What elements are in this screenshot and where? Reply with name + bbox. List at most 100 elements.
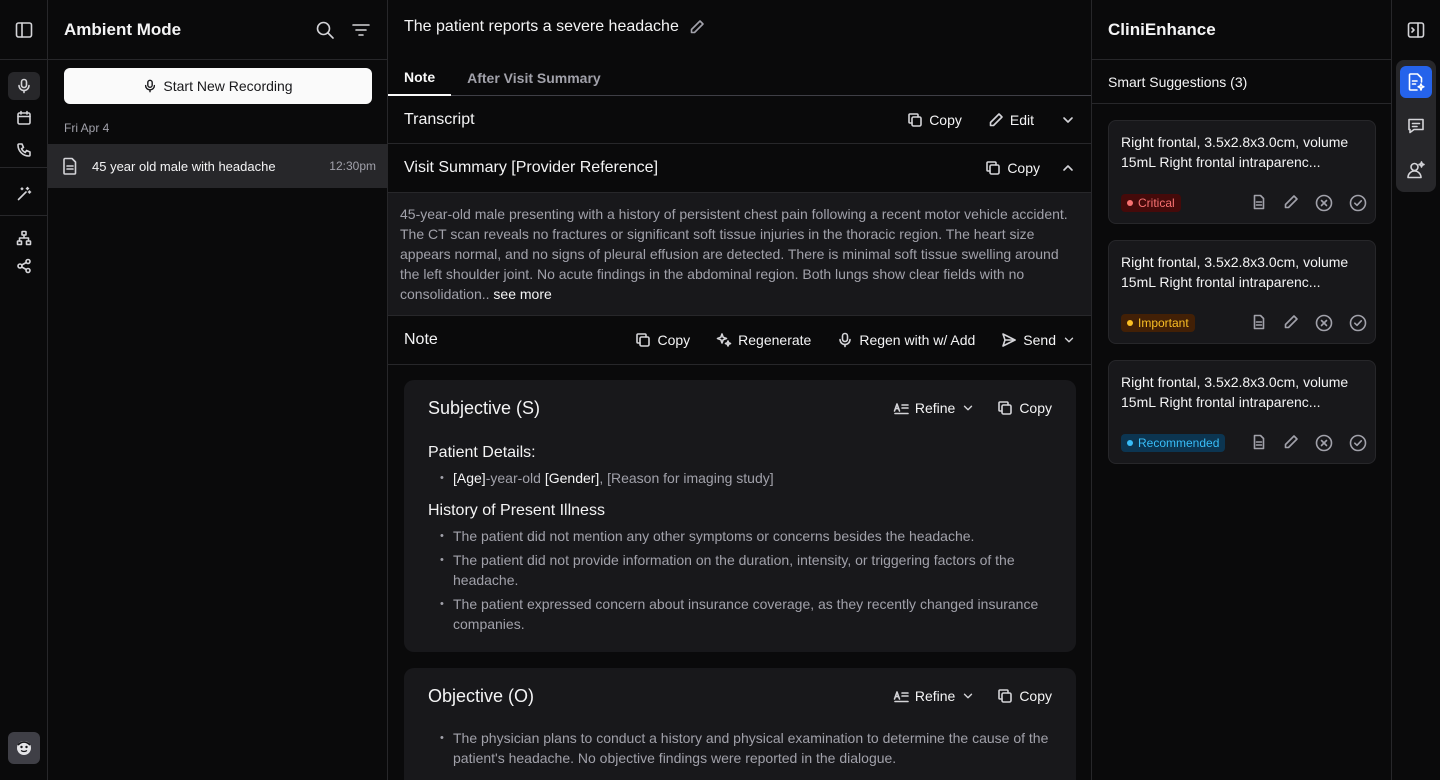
send-icon [1002,333,1017,347]
calendar-icon [17,110,31,125]
suggestion-card[interactable]: Right frontal, 3.5x2.8x3.0cm, volume 15m… [1108,360,1376,464]
regen-add-button[interactable]: Regen with w/ Add [837,332,975,348]
visit-summary-row: Visit Summary [Provider Reference] Copy [388,144,1091,193]
pd-gender: [Gender] [544,470,600,486]
badge-label: Important [1138,316,1189,330]
subjective-refine-button[interactable]: Refine [893,400,975,416]
note-copy-label: Copy [657,332,691,348]
circle-x-icon[interactable] [1315,194,1333,212]
see-more-link[interactable]: see more [493,286,551,302]
circle-x-icon[interactable] [1315,314,1333,332]
objective-list: The physician plans to conduct a history… [428,728,1052,768]
circle-check-icon[interactable] [1349,314,1367,332]
smart-suggestions-tool-button[interactable] [1400,66,1432,98]
doc-sparkle-icon [1408,73,1425,91]
chevron-down-icon [1063,116,1073,123]
chat-tool-button[interactable] [1400,110,1432,142]
rail-calendar-button[interactable] [8,104,40,132]
transcript-copy-button[interactable]: Copy [907,112,962,128]
visit-summary-copy-button[interactable]: Copy [985,160,1040,176]
list-item: The patient did not mention any other sy… [440,526,1052,546]
filter-icon[interactable] [351,20,371,40]
document-icon[interactable] [1251,194,1267,210]
pencil-icon[interactable] [1283,434,1299,450]
circle-check-icon[interactable] [1349,434,1367,452]
start-recording-button[interactable]: Start New Recording [64,68,372,104]
transcript-edit-label: Edit [1009,111,1034,128]
patient-details-heading: Patient Details: [428,444,536,461]
note-toolbar: Note Copy Regenerate Regen with w/ Add S… [388,316,1091,365]
document-icon[interactable] [1251,434,1267,450]
magic-wand-icon [17,186,32,201]
copy-icon [908,112,922,127]
objective-refine-button[interactable]: Refine [893,688,975,704]
suggestion-text: Right frontal, 3.5x2.8x3.0cm, volume 15m… [1121,254,1349,290]
status-badge: Critical [1121,194,1181,212]
sidebar-toggle-button[interactable] [0,0,48,60]
copy-icon [986,161,1001,175]
badge-label: Critical [1138,196,1175,210]
subjective-copy-label: Copy [1019,400,1052,416]
tab-note[interactable]: Note [388,60,452,96]
objective-card: Objective (O) Refine Copy The physician … [404,668,1076,780]
pencil-icon[interactable] [689,19,705,35]
pencil-icon[interactable] [1283,194,1299,210]
circle-x-icon[interactable] [1315,434,1333,452]
user-avatar[interactable] [8,732,40,764]
regenerate-button[interactable]: Regenerate [716,332,811,348]
copy-icon [998,689,1013,703]
session-time: 12:30pm [329,159,376,173]
rail-divider [0,215,48,216]
hpi-list: The patient did not mention any other sy… [428,526,1052,634]
objective-title: Objective (O) [428,685,535,706]
note-copy-button[interactable]: Copy [635,332,690,348]
pd-reason: , [Reason for imaging study] [599,470,774,486]
user-assist-tool-button[interactable] [1400,154,1432,186]
subjective-card: Subjective (S) Refine Copy Patient Detai… [404,380,1076,652]
rail-share-button[interactable] [8,252,40,280]
pd-year-old: -year-old [485,470,545,486]
status-badge: Important [1121,314,1195,332]
visit-summary-label: Visit Summary [Provider Reference] [404,159,659,176]
badge-dot [1127,440,1133,446]
pencil-icon [989,112,1003,126]
date-group-label: Fri Apr 4 [64,121,110,135]
note-tabs: Note After Visit Summary [388,60,1091,96]
panel-collapse-button[interactable] [1392,0,1440,60]
search-icon[interactable] [315,20,335,40]
send-button[interactable]: Send [1001,332,1076,348]
transcript-edit-button[interactable]: Edit [988,112,1034,128]
panel-collapse-icon [1407,22,1425,38]
document-icon[interactable] [1251,314,1267,330]
rail-magic-button[interactable] [8,180,40,208]
tool-group [1396,60,1436,192]
session-item[interactable]: 45 year old male with headache 12:30pm [48,144,388,188]
share-icon [17,258,31,274]
regen-add-label: Regen with w/ Add [859,332,976,348]
rail-phone-button[interactable] [8,136,40,164]
objective-copy-button[interactable]: Copy [997,688,1052,704]
rail-ambient-button[interactable] [8,72,40,100]
note-title: The patient reports a severe headache [404,18,679,35]
sessions-title: Ambient Mode [64,19,182,39]
rail-sitemap-button[interactable] [8,224,40,252]
suggestion-card[interactable]: Right frontal, 3.5x2.8x3.0cm, volume 15m… [1108,120,1376,224]
visit-summary-collapse-button[interactable] [1060,160,1076,176]
note-title-row: The patient reports a severe headache [404,18,705,36]
pencil-icon[interactable] [1283,314,1299,330]
chevron-down-icon [1064,337,1074,343]
regenerate-label: Regenerate [738,332,812,348]
subjective-copy-button[interactable]: Copy [997,400,1052,416]
chat-icon [1408,118,1424,134]
visit-summary-copy-label: Copy [1007,160,1040,176]
mic-icon [145,79,156,93]
start-recording-label: Start New Recording [163,78,293,94]
transcript-expand-button[interactable] [1060,112,1076,128]
suggestion-card[interactable]: Right frontal, 3.5x2.8x3.0cm, volume 15m… [1108,240,1376,344]
chevron-down-icon [964,405,973,411]
circle-check-icon[interactable] [1349,194,1367,212]
left-rail [0,0,48,780]
note-panel: The patient reports a severe headache No… [388,0,1092,780]
tab-after-visit-summary[interactable]: After Visit Summary [451,60,617,96]
transcript-label: Transcript [404,110,475,128]
